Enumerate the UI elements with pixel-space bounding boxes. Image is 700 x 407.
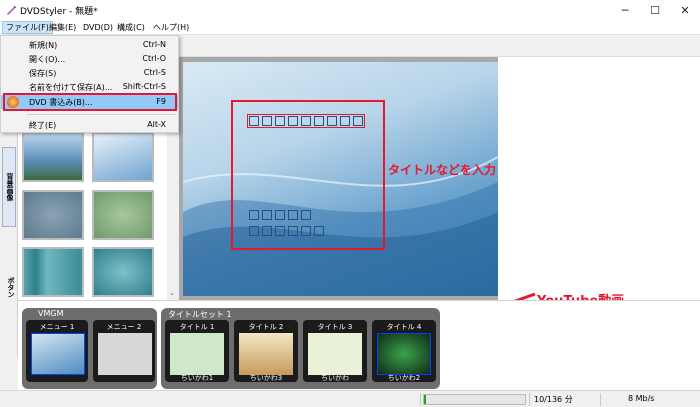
glyph-box: [301, 210, 311, 220]
titleset-label: タイトルセット 1: [168, 310, 232, 319]
background-thumbnail[interactable]: [22, 190, 84, 240]
menu-item-exit[interactable]: 終了(E) Alt-X: [1, 118, 178, 132]
editor-margin: [498, 57, 700, 300]
menu-item-label: 開く(O)...: [29, 55, 66, 64]
duration-readout: 10/136 分: [534, 395, 573, 404]
menu-item-shortcut: Shift-Ctrl-S: [122, 82, 166, 91]
menu-button-placeholder[interactable]: [249, 226, 324, 236]
menu-edit[interactable]: 編集(E): [46, 21, 79, 34]
glyph-box: [275, 226, 285, 236]
status-separator: [600, 393, 601, 406]
video-thumbnail: [308, 333, 362, 375]
menu-bar: ファイル(F) 編集(E) DVD(D) 構成(C) ヘルプ(H): [0, 20, 700, 35]
app-icon: [5, 4, 17, 16]
annotation-title-hint: タイトルなどを入力: [388, 163, 497, 177]
title-slot-label: タイトル 1: [179, 323, 215, 331]
menu-item-save-as[interactable]: 名前を付けて保存(A)... Shift-Ctrl-S: [1, 80, 178, 94]
menu-button-placeholder[interactable]: [249, 210, 311, 220]
glyph-box: [301, 116, 311, 126]
glyph-box: [249, 226, 259, 236]
menu-item-label: 終了(E): [29, 121, 57, 130]
glyph-box: [262, 226, 272, 236]
title-slot[interactable]: タイトル 3 ちいかわ: [303, 320, 367, 382]
background-thumbnail[interactable]: [92, 247, 154, 297]
menu-item-shortcut: Alt-X: [147, 120, 166, 129]
burn-dvd-highlight: [3, 93, 177, 111]
vmgm-label: VMGM: [38, 309, 64, 318]
tab-backgrounds[interactable]: 背景画像: [2, 147, 16, 227]
glyph-box: [327, 116, 337, 126]
scroll-down-icon[interactable]: ⌄: [169, 289, 175, 297]
menu-slot[interactable]: メニュー 2: [93, 320, 155, 382]
title-slot-caption: ちいかわ3: [249, 374, 283, 382]
title-bar: DVDStyler - 無題* ─ ☐ ✕: [0, 0, 700, 20]
title-slot-label: タイトル 4: [386, 323, 422, 331]
menu-item-new[interactable]: 新規(N) Ctrl-N: [1, 38, 178, 52]
glyph-box: [262, 116, 272, 126]
menu-item-label: 名前を付けて保存(A)...: [29, 83, 113, 92]
menu-item-label: 保存(S): [29, 69, 57, 78]
title-slot-caption: ちいかわ2: [387, 374, 421, 382]
glyph-box: [275, 116, 285, 126]
video-thumbnail: [239, 333, 293, 375]
titleset-manager: VMGM タイトルセット 1 メニュー 1 メニュー 2 タイトル 1 ちいかわ…: [18, 300, 700, 391]
menu-slot-label: メニュー 2: [106, 323, 142, 331]
menu-item-label: 新規(N): [29, 41, 58, 50]
title-text-placeholder[interactable]: [247, 114, 365, 128]
menu-item-shortcut: Ctrl-N: [142, 40, 166, 49]
close-button[interactable]: ✕: [670, 0, 700, 20]
glyph-box: [314, 116, 324, 126]
title-slot[interactable]: タイトル 2 ちいかわ3: [234, 320, 298, 382]
menu-thumbnail: [98, 333, 152, 375]
glyph-box: [340, 116, 350, 126]
glyph-box: [275, 210, 285, 220]
title-slot[interactable]: タイトル 4 ちいかわ2: [372, 320, 436, 382]
menu-help[interactable]: ヘルプ(H): [150, 21, 192, 34]
maximize-button[interactable]: ☐: [640, 0, 670, 20]
status-separator: [420, 393, 421, 406]
video-thumbnail: [377, 333, 431, 375]
glyph-box: [288, 116, 298, 126]
menu-slot-label: メニュー 1: [39, 323, 75, 331]
menu-thumbnail: [31, 333, 85, 375]
menu-dvd[interactable]: DVD(D): [80, 21, 116, 34]
menu-separator: [27, 114, 176, 115]
disc-usage-fill: [424, 395, 427, 404]
glyph-box: [301, 226, 311, 236]
glyph-box: [288, 226, 298, 236]
glyph-box: [314, 226, 324, 236]
menu-item-shortcut: Ctrl-S: [143, 68, 166, 77]
glyph-box: [249, 116, 259, 126]
menu-canvas[interactable]: [183, 62, 498, 296]
title-slot-label: タイトル 2: [248, 323, 284, 331]
title-slot[interactable]: タイトル 1 ちいかわ1: [165, 320, 229, 382]
title-slot-caption: ちいかわ1: [180, 374, 214, 382]
glyph-box: [262, 210, 272, 220]
glyph-box: [249, 210, 259, 220]
status-separator: [529, 393, 530, 406]
menu-item-save[interactable]: 保存(S) Ctrl-S: [1, 66, 178, 80]
tab-buttons[interactable]: ボタン: [2, 262, 16, 312]
background-thumbnail[interactable]: [22, 247, 84, 297]
file-menu-dropdown: 新規(N) Ctrl-N 開く(O)... Ctrl-O 保存(S) Ctrl-S 名…: [0, 35, 179, 133]
disc-usage-bar: [423, 394, 526, 405]
menu-item-open[interactable]: 開く(O)... Ctrl-O: [1, 52, 178, 66]
background-thumbnail[interactable]: [22, 132, 84, 182]
video-thumbnail: [170, 333, 224, 375]
background-thumbnail[interactable]: [92, 190, 154, 240]
minimize-button[interactable]: ─: [610, 0, 640, 20]
menu-item-shortcut: Ctrl-O: [142, 54, 166, 63]
glyph-box: [288, 210, 298, 220]
menu-slot[interactable]: メニュー 1: [26, 320, 88, 382]
title-slot-label: タイトル 3: [317, 323, 353, 331]
menu-config[interactable]: 構成(C): [114, 21, 148, 34]
title-slot-caption: ちいかわ: [321, 374, 349, 382]
background-thumbnail[interactable]: [92, 132, 154, 182]
bitrate-readout: 8 Mb/s: [628, 394, 655, 403]
window-title: DVDStyler - 無題*: [20, 7, 98, 17]
glyph-box: [353, 116, 363, 126]
status-bar: 10/136 分 8 Mb/s: [0, 390, 700, 407]
